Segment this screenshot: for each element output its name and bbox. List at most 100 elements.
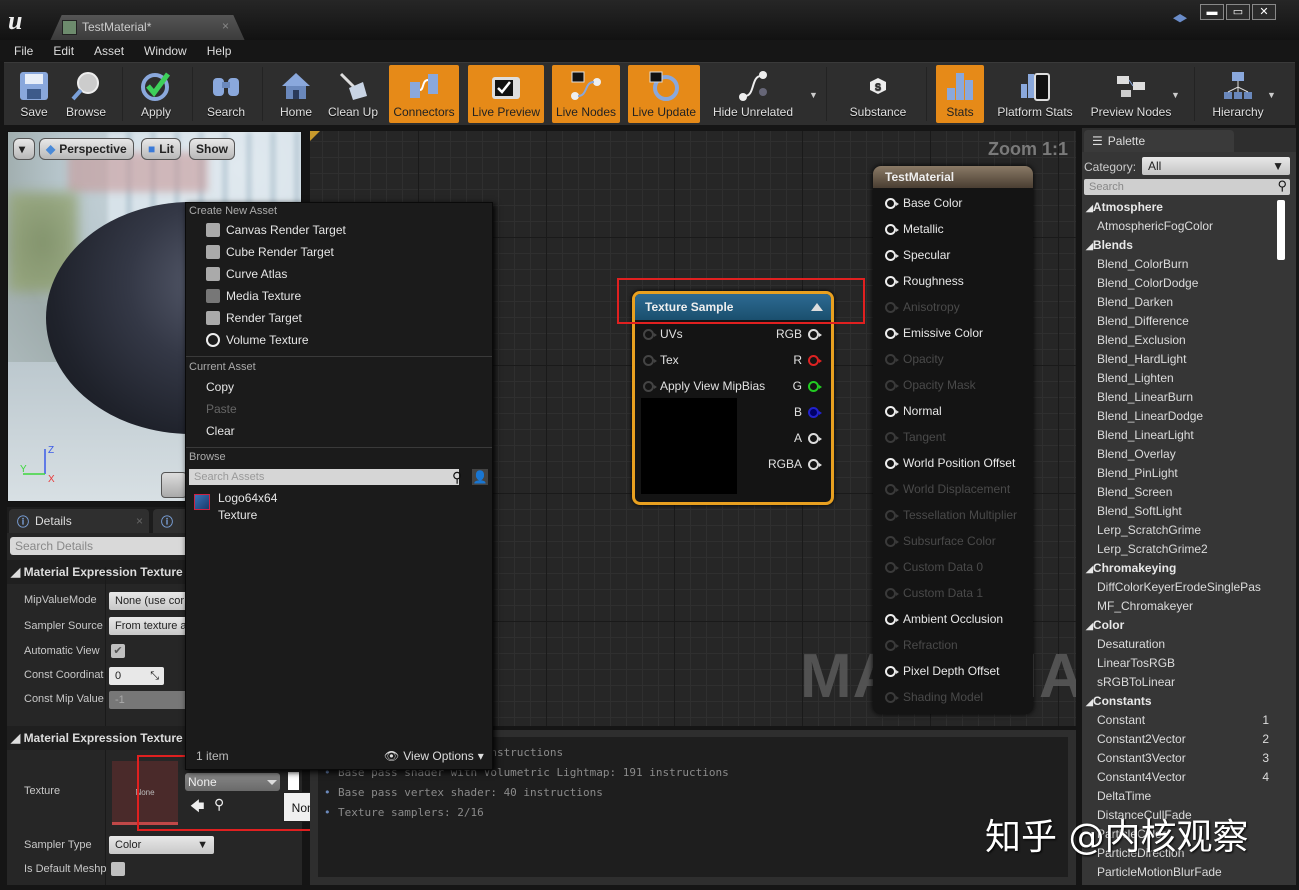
output-pin-b[interactable]: B <box>794 405 822 419</box>
view-options-button[interactable]: 👁 View Options ▾ <box>384 749 484 763</box>
use-selected-arrow-icon[interactable]: 🡄 <box>190 796 204 820</box>
palette-item[interactable]: Blend_Exclusion <box>1082 331 1277 350</box>
material-input-pin[interactable]: Metallic <box>885 222 944 236</box>
mip-value-mode-combo[interactable]: None (use cor <box>109 592 189 610</box>
is-default-meshpaint-checkbox[interactable] <box>111 862 125 876</box>
palette-item[interactable]: Lerp_ScratchGrime <box>1082 521 1277 540</box>
save-button[interactable]: Save <box>10 65 58 123</box>
menu-help[interactable]: Help <box>207 44 232 58</box>
material-input-pin[interactable]: Anisotropy <box>885 300 960 314</box>
viewport-options-button[interactable]: ▾ <box>13 138 35 160</box>
texture-asset-combo[interactable]: None <box>185 773 280 791</box>
collapse-arrow-icon[interactable] <box>811 303 823 311</box>
menu-item-volume-texture[interactable]: Volume Texture <box>206 333 309 347</box>
palette-item[interactable]: ParticleMotionBlurFade <box>1082 863 1277 882</box>
palette-scrollbar[interactable] <box>1277 200 1285 260</box>
palette-item[interactable]: Constant4Vector 4 <box>1082 768 1277 787</box>
input-pin-uvs[interactable]: UVs <box>643 327 683 341</box>
node-title[interactable]: Texture Sample <box>635 294 831 320</box>
texture-thumbnail[interactable]: None <box>112 761 178 825</box>
substance-button[interactable]: S Substance <box>842 65 914 123</box>
palette-item[interactable]: Blend_ColorDodge <box>1082 274 1277 293</box>
close-button[interactable]: ✕ <box>1252 4 1276 20</box>
const-mip-value-input[interactable]: -1 <box>109 691 189 709</box>
perspective-button[interactable]: ◆ Perspective <box>39 138 134 160</box>
platform-stats-button[interactable]: Platform Stats <box>992 65 1078 123</box>
palette-category[interactable]: ◢Color <box>1082 616 1277 635</box>
material-input-pin[interactable]: Emissive Color <box>885 326 983 340</box>
output-pin-a[interactable]: A <box>794 431 822 445</box>
output-pin-r[interactable]: R <box>793 353 822 367</box>
minimize-button[interactable]: ▬ <box>1200 4 1224 20</box>
palette-category[interactable]: ◢Constants <box>1082 692 1277 711</box>
material-input-pin[interactable]: World Displacement <box>885 482 1010 496</box>
output-pin-g[interactable]: G <box>793 379 822 393</box>
chevron-down-icon[interactable] <box>267 780 277 785</box>
menu-file[interactable]: File <box>14 44 33 58</box>
clean-up-button[interactable]: Clean Up <box>324 65 382 123</box>
palette-item[interactable]: Blend_Overlay <box>1082 445 1277 464</box>
search-icon[interactable]: ⚲ <box>452 469 462 486</box>
hide-unrelated-button[interactable]: Hide Unrelated <box>708 65 798 123</box>
node-title[interactable]: TestMaterial <box>873 166 1033 188</box>
palette-item[interactable]: MF_Chromakeyer <box>1082 597 1277 616</box>
palette-item[interactable]: Blend_ColorBurn <box>1082 255 1277 274</box>
hierarchy-button[interactable]: Hierarchy <box>1206 65 1270 123</box>
palette-item[interactable]: sRGBToLinear <box>1082 673 1277 692</box>
material-result-node[interactable]: TestMaterial Base Color Metallic Specular R… <box>873 166 1033 714</box>
palette-item[interactable]: Blend_Difference <box>1082 312 1277 331</box>
palette-item[interactable]: Blend_LinearBurn <box>1082 388 1277 407</box>
browse-magnifier-icon[interactable]: ⚲ <box>214 796 224 813</box>
asset-list-item[interactable]: Logo64x64 Texture <box>194 490 277 524</box>
palette-item[interactable]: DiffColorKeyerErodeSinglePas <box>1082 578 1277 597</box>
material-input-pin[interactable]: Shading Model <box>885 690 983 704</box>
output-pin-rgba[interactable]: RGBA <box>768 457 822 471</box>
material-input-pin[interactable]: Opacity Mask <box>885 378 976 392</box>
palette-item[interactable]: AtmosphericFogColor <box>1082 217 1277 236</box>
hide-unrelated-dropdown-icon[interactable]: ▼ <box>809 90 818 100</box>
palette-item[interactable]: Blend_LinearDodge <box>1082 407 1277 426</box>
texture-sample-node[interactable]: Texture Sample UVs Tex Apply View MipBia… <box>632 291 834 505</box>
menu-window[interactable]: Window <box>144 44 187 58</box>
live-preview-button[interactable]: Live Preview <box>468 65 544 123</box>
menu-edit[interactable]: Edit <box>53 44 74 58</box>
output-pin-rgb[interactable]: RGB <box>776 327 822 341</box>
menu-item-copy[interactable]: Copy <box>206 380 234 394</box>
show-button[interactable]: Show <box>189 138 235 160</box>
palette-category[interactable]: ◢Chromakeying <box>1082 559 1277 578</box>
menu-item-paste[interactable]: Paste <box>206 402 237 416</box>
palette-item[interactable]: Blend_PinLight <box>1082 464 1277 483</box>
category-combo[interactable]: All ▼ <box>1142 157 1290 175</box>
menu-asset[interactable]: Asset <box>94 44 124 58</box>
palette-item[interactable]: Constant3Vector 3 <box>1082 749 1277 768</box>
search-assets-input[interactable]: Search Assets <box>189 469 459 485</box>
material-input-pin[interactable]: Ambient Occlusion <box>885 612 1003 626</box>
material-input-pin[interactable]: Subsurface Color <box>885 534 996 548</box>
tab-details[interactable]: ⓘ Details × <box>9 509 149 533</box>
preview-nodes-dropdown-icon[interactable]: ▼ <box>1171 90 1180 100</box>
palette-search-input[interactable]: Search ⚲ <box>1084 178 1290 195</box>
sampler-type-combo[interactable]: Color ▼ <box>109 836 214 854</box>
preview-mesh-button[interactable] <box>161 472 187 498</box>
palette-item[interactable]: LinearTosRGB <box>1082 654 1277 673</box>
search-button[interactable]: Search <box>202 65 250 123</box>
material-input-pin[interactable]: World Position Offset <box>885 456 1015 470</box>
palette-item[interactable]: Constant 1 <box>1082 711 1277 730</box>
search-icon[interactable]: ⚲ <box>1277 178 1287 194</box>
browse-button[interactable]: Browse <box>62 65 110 123</box>
palette-category[interactable]: ◢Blends <box>1082 236 1277 255</box>
material-input-pin[interactable]: Roughness <box>885 274 964 288</box>
live-update-button[interactable]: Live Update <box>628 65 700 123</box>
stats-button[interactable]: Stats <box>936 65 984 123</box>
palette-item[interactable]: Constant2Vector 2 <box>1082 730 1277 749</box>
material-input-pin[interactable]: Pixel Depth Offset <box>885 664 1000 678</box>
hierarchy-dropdown-icon[interactable]: ▼ <box>1267 90 1276 100</box>
preview-nodes-button[interactable]: Preview Nodes <box>1088 65 1174 123</box>
close-icon[interactable]: × <box>136 514 143 528</box>
material-input-pin[interactable]: Tessellation Multiplier <box>885 508 1017 522</box>
material-input-pin[interactable]: Normal <box>885 404 942 418</box>
material-input-pin[interactable]: Tangent <box>885 430 946 444</box>
sampler-source-combo[interactable]: From texture a <box>109 617 189 635</box>
document-tab[interactable]: TestMaterial* × <box>50 15 245 41</box>
lit-button[interactable]: ■ Lit <box>141 138 181 160</box>
